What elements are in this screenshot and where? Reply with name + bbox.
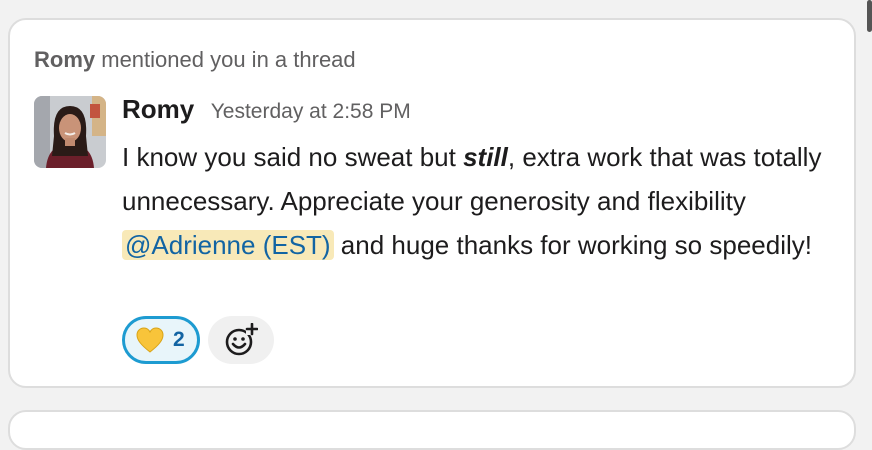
message-timestamp[interactable]: Yesterday at 2:58 PM [211,100,411,123]
user-mention[interactable]: @Adrienne (EST) [122,230,334,260]
reaction-bar: 2 [122,316,274,364]
author-name[interactable]: Romy [122,94,194,124]
scrollbar-thumb[interactable] [867,0,872,32]
context-author-name: Romy [34,47,96,72]
avatar-photo [34,96,106,168]
message-text-part: I know you said no sweat but [122,142,464,172]
message-text-emphasis: still [463,142,508,172]
thread-context[interactable]: Romy mentioned you in a thread [34,47,356,73]
avatar[interactable] [34,96,106,168]
message-header: Romy Yesterday at 2:58 PM [122,94,411,125]
add-reaction-icon [225,323,258,356]
reaction-count: 2 [173,328,185,351]
reaction-yellow-heart[interactable]: 2 [122,316,200,364]
context-action-text: mentioned you in a thread [101,47,356,72]
message-text-part: and huge thanks for working so speedily! [333,230,812,260]
next-message-card[interactable] [8,410,856,450]
message-text: I know you said no sweat but still, extr… [122,135,842,267]
mention-card[interactable]: Romy mentioned you in a thread Romy Yest… [8,18,856,388]
yellow-heart-icon [136,327,164,353]
add-reaction-button[interactable] [207,316,274,364]
